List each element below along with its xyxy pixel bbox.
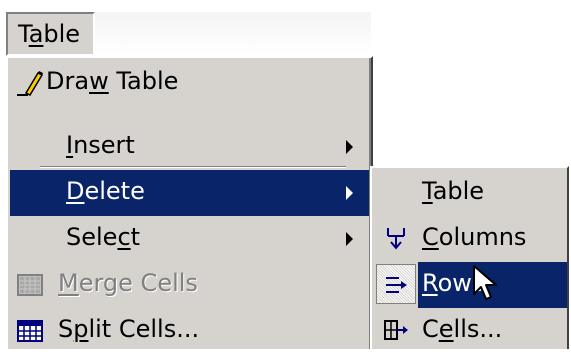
mouse-cursor-icon <box>473 265 497 300</box>
menu-item-draw-table[interactable]: Draw Table <box>10 60 369 106</box>
menubar-background <box>95 12 371 54</box>
delete-submenu: Table Columns Rows Cells... <box>370 166 569 349</box>
table-menu: Draw Table Insert Delete Select Merge Ce… <box>6 56 373 349</box>
submenu-arrow-icon <box>346 186 353 200</box>
menubar-table-label: Table <box>18 20 81 48</box>
submenu-item-columns[interactable]: Columns <box>374 216 567 262</box>
menu-item-delete[interactable]: Delete <box>10 170 369 216</box>
menubar-table[interactable]: Table <box>6 12 95 56</box>
delete-cells-label: Cells... <box>422 315 503 343</box>
delete-label: Delete <box>66 177 145 205</box>
menu-item-merge-cells: Merge Cells <box>10 262 369 308</box>
draw-table-label: Draw Table <box>46 67 179 95</box>
menu-item-split-cells[interactable]: Split Cells... <box>10 308 369 354</box>
delete-rows-icon <box>386 277 407 293</box>
insert-label: Insert <box>66 131 135 159</box>
menu-item-select[interactable]: Select <box>10 216 369 262</box>
submenu-item-rows[interactable]: Rows <box>374 262 567 308</box>
submenu-arrow-icon <box>346 140 353 154</box>
submenu-arrow-icon <box>346 232 353 246</box>
merge-cells-label: Merge Cells <box>58 269 198 297</box>
split-cells-icon <box>17 320 43 342</box>
merge-cells-icon <box>17 274 43 296</box>
delete-table-label: Table <box>422 177 485 205</box>
delete-columns-label: Columns <box>422 223 527 251</box>
select-label: Select <box>66 223 141 251</box>
pencil-icon <box>17 71 44 96</box>
split-cells-label: Split Cells... <box>58 315 200 343</box>
delete-columns-icon <box>387 228 405 250</box>
delete-cells-icon <box>384 320 408 340</box>
menu-item-insert[interactable]: Insert <box>10 124 369 170</box>
submenu-item-table[interactable]: Table <box>374 170 567 216</box>
submenu-item-cells[interactable]: Cells... <box>374 308 567 354</box>
